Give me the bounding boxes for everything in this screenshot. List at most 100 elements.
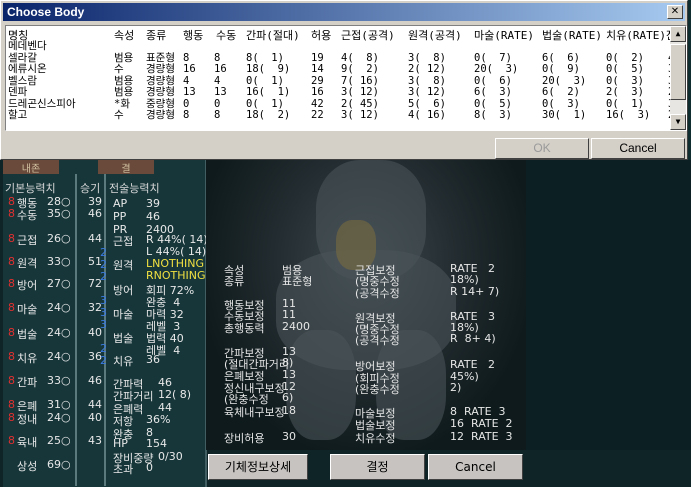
table-cell: 수	[114, 63, 124, 75]
game-cancel-button[interactable]: Cancel	[428, 454, 523, 480]
detail-value: 18	[282, 404, 296, 417]
stat-label: 치유	[17, 352, 38, 365]
stat-prefix: 8	[8, 434, 15, 447]
table-cell: 0( 9)	[542, 63, 580, 75]
table-cell: 덴파	[8, 86, 28, 98]
tab-right[interactable]: 결	[98, 160, 154, 175]
stat-label: 간파	[17, 376, 38, 389]
table-cell: 0( 7)	[474, 51, 512, 64]
skill-label: 방어	[113, 284, 134, 297]
table-cell: 3( 12)	[341, 86, 379, 98]
game-panel: 내존 결 기본능력치 승기 전술능력치 8 행동 28○ 39 8 수동 35○ 46 8 근접 2…	[0, 160, 691, 487]
stat-value: 33○	[47, 255, 71, 268]
table-cell: 범용	[114, 51, 134, 64]
stat-value: 27○	[47, 277, 71, 290]
skill-label: AP	[113, 197, 128, 210]
detail-label: (완충수정	[355, 383, 400, 396]
skill-level-mark: 2	[100, 270, 107, 283]
detail-value: 6)	[282, 391, 294, 404]
table-cell: 4	[183, 74, 190, 87]
stat-label: 법술	[17, 328, 38, 341]
stat-prefix: 8	[8, 277, 15, 290]
stat-prefix: 8	[8, 207, 15, 220]
table-row[interactable]: 메데벤다	[6, 41, 672, 53]
detail-label: 육체내구보정	[224, 406, 285, 419]
stat-value: 24○	[47, 326, 71, 339]
stat-value: 24○	[47, 350, 71, 363]
table-cell: 표준형	[146, 51, 175, 64]
stat-prefix: 8	[8, 398, 15, 411]
table-cell: 경량형	[146, 109, 175, 121]
skill-value: 36	[146, 353, 160, 366]
table-cell: 0	[214, 97, 221, 110]
list-scrollbar[interactable]: ▲ ▼	[670, 26, 686, 130]
right-panel	[526, 160, 691, 450]
table-cell: 16	[183, 63, 196, 75]
table-cell: 0( 3)	[542, 97, 580, 110]
dialog-titlebar[interactable]: Choose Body ✕	[3, 3, 685, 21]
detail-value: R 8+ 4)	[450, 332, 496, 345]
table-cell: 5( 6)	[408, 97, 446, 110]
detail-value: 2400	[282, 320, 310, 333]
table-cell: 0( 2)	[606, 51, 644, 64]
skill-label: 초과	[113, 463, 134, 476]
table-cell: 29	[311, 74, 324, 87]
skill-value: 12( 8)	[158, 388, 192, 401]
dialog-title: Choose Body	[7, 5, 85, 19]
skill-level-mark: 3	[100, 318, 107, 331]
table-cell: 8	[214, 109, 221, 121]
scroll-up-icon[interactable]: ▲	[670, 26, 686, 42]
table-cell: 2( 12)	[408, 63, 446, 75]
ok-button[interactable]: OK	[495, 138, 589, 159]
table-row[interactable]: 덴파 범용 경량형 13 13 16( 1) 16 3( 12) 3( 12) 6( 3) 6( 2…	[6, 86, 674, 99]
stat-value: 24○	[47, 301, 71, 314]
table-cell: 0( 3)	[606, 74, 644, 87]
skill-label: 마술	[113, 308, 134, 321]
skill-value: 36%	[146, 413, 171, 426]
table-cell: 범용	[114, 86, 134, 98]
body-list[interactable]: 명칭 속성 종류 행동 수동 간파(절대) 허용 근접(공격) 원격(공격) 마…	[5, 25, 687, 131]
table-cell: 6( 2)	[542, 86, 580, 98]
table-cell: 20( 3)	[474, 63, 519, 75]
tab-left[interactable]: 내존	[3, 160, 59, 175]
table-cell: 6( 3)	[474, 86, 512, 98]
skill-level-mark: 2	[100, 354, 107, 367]
skill-value: 154	[146, 437, 167, 450]
list-rows: 메데벤다 셀라갈 범용 표준형 8 8 8( 1) 19 4( 8) 3( 8) 0( 7) 6( 6…	[6, 41, 674, 130]
stat-label: 근접	[17, 234, 38, 247]
stat-value: 35○	[47, 207, 71, 220]
table-cell: 13	[183, 86, 196, 98]
table-cell: 30( 1)	[542, 109, 587, 121]
stat-label: 수동	[17, 209, 38, 222]
confirm-button[interactable]: 결정	[330, 454, 425, 480]
table-cell: 드레곤신스피아	[8, 97, 76, 110]
stat-up: 44	[88, 232, 102, 245]
detail-label: 총행동력	[224, 322, 265, 335]
table-cell: 16( 1)	[246, 86, 291, 98]
detail-label: (공격수정	[355, 287, 400, 300]
stat-value: 24○	[47, 411, 71, 424]
table-row[interactable]: 에류시온 수 경량형 16 16 18( 9) 14 9( 2) 2( 12) 20( 3) 0( …	[6, 63, 674, 76]
stats-panel: 내존 결 기본능력치 승기 전술능력치 8 행동 28○ 39 8 수동 35○ 46 8 근접 2…	[3, 160, 208, 487]
scroll-down-icon[interactable]: ▼	[670, 114, 686, 130]
stat-prefix: 8	[8, 350, 15, 363]
cancel-button[interactable]: Cancel	[591, 138, 685, 159]
table-cell: 0( 5)	[474, 97, 512, 110]
table-cell: *화	[114, 97, 130, 110]
table-row[interactable]: 할고 수 경량형 8 8 18( 2) 22 3( 12) 4( 16) 8( 3) 30( 1) 1…	[6, 109, 674, 122]
up-header: 승기	[80, 182, 101, 195]
divider	[75, 174, 77, 486]
table-cell: 16	[214, 63, 227, 75]
scroll-thumb[interactable]	[670, 44, 686, 100]
stat-prefix: 8	[8, 374, 15, 387]
table-cell: 중량형	[146, 97, 175, 110]
detail-value: 30	[282, 430, 296, 443]
stat-label: 상성	[17, 460, 38, 473]
stat-value: 25○	[47, 434, 71, 447]
choose-body-dialog: Choose Body ✕ 명칭 속성 종류 행동 수동 간파(절대) 허용 근…	[0, 0, 688, 160]
detail-button[interactable]: 기체정보상세	[208, 454, 308, 480]
close-icon[interactable]: ✕	[667, 5, 683, 19]
table-cell: 벨스람	[8, 74, 37, 87]
table-cell: 0( 1)	[246, 97, 284, 110]
detail-value: 표준형	[282, 275, 313, 288]
